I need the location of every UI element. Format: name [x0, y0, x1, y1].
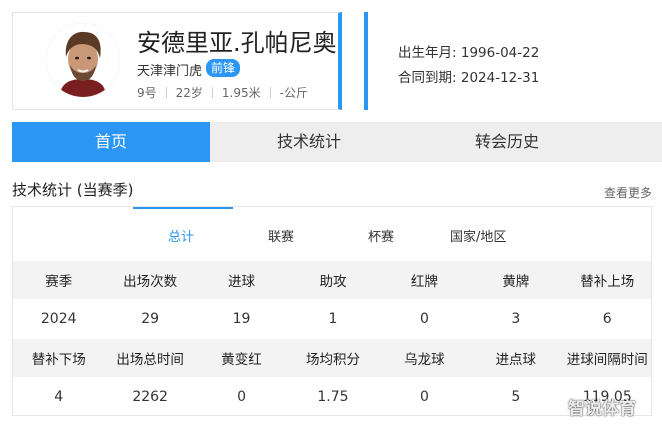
stat-value: 1.75: [317, 389, 349, 405]
stat-value: 19: [232, 311, 251, 327]
watermark: 智说体育: [568, 399, 636, 419]
contract-row: 合同到期: 2024-12-31: [398, 66, 539, 86]
stat-value: 1: [328, 311, 338, 327]
player-info-card: 出生年月: 1996-04-22 合同到期: 2024-12-31: [364, 12, 662, 110]
stat-value: 2262: [132, 389, 168, 405]
position-badge: 前锋: [206, 59, 241, 77]
tab-transfer-history[interactable]: 转会历史: [408, 122, 606, 162]
stat-header: 赛季: [45, 274, 73, 290]
subtab-active-indicator: [133, 207, 233, 209]
tab-home[interactable]: 首页: [12, 122, 210, 162]
stats-subtabs: 总计 联赛 杯赛 国家/地区: [13, 226, 651, 246]
shirt-number: 9号: [137, 86, 157, 100]
divider: [211, 87, 213, 98]
stat-header: 替补上场: [580, 274, 635, 290]
stat-value: 6: [602, 311, 612, 327]
player-meta: 9号 22岁 1.95米 -公斤: [137, 84, 308, 101]
stat-value: 2024: [40, 311, 77, 327]
subtab-cup[interactable]: 杯赛: [368, 226, 394, 245]
stat-header: 红牌: [410, 274, 438, 290]
stat-value: 29: [141, 311, 160, 327]
stats-panel: 总计 联赛 杯赛 国家/地区 赛季 出场次数 进球 助攻 红牌 黄牌 替补上场 …: [12, 206, 652, 416]
player-age: 22岁: [175, 86, 203, 100]
birth-date-value: 1996-04-22: [460, 45, 540, 61]
stat-value: 0: [237, 389, 247, 405]
stat-value: 0: [419, 311, 429, 327]
player-height: 1.95米: [221, 86, 261, 100]
contract-label: 合同到期:: [398, 70, 457, 86]
stats-header-row-1: 赛季 出场次数 进球 助攻 红牌 黄牌 替补上场: [13, 261, 651, 299]
birth-date-label: 出生年月:: [398, 45, 457, 61]
section-title: 技术统计 (当赛季): [12, 181, 134, 199]
stat-header: 场均积分: [305, 352, 360, 368]
tab-stats[interactable]: 技术统计: [210, 122, 408, 162]
divider: [269, 87, 271, 98]
subtab-national[interactable]: 国家/地区: [450, 226, 506, 245]
stat-header: 进点球: [495, 352, 537, 368]
subtab-league[interactable]: 联赛: [268, 226, 294, 245]
stat-value: 4: [54, 389, 64, 405]
birth-date-row: 出生年月: 1996-04-22: [398, 41, 539, 61]
player-weight: -公斤: [279, 86, 308, 100]
stat-value: 3: [511, 311, 521, 327]
player-card: 安德里亚.孔帕尼奥 天津津门虎 前锋 9号 22岁 1.95米 -公斤: [12, 12, 342, 110]
stat-header: 乌龙球: [404, 352, 445, 368]
stat-value: 5: [511, 389, 521, 405]
divider: [165, 87, 167, 98]
stat-header: 助攻: [319, 274, 347, 290]
stat-value: 0: [419, 389, 429, 405]
view-more-link[interactable]: 查看更多: [604, 184, 652, 201]
subtab-total[interactable]: 总计: [168, 226, 194, 245]
stat-header: 黄牌: [502, 274, 530, 290]
club-name[interactable]: 天津津门虎: [137, 60, 202, 79]
main-tabs: 首页 技术统计 转会历史: [12, 122, 662, 162]
stat-header: 出场次数: [123, 274, 178, 290]
stats-value-row-2: 4 2262 0 1.75 0 5 119.05: [13, 377, 651, 415]
stats-header-row-2: 替补下场 出场总时间 黄变红 场均积分 乌龙球 进点球 进球间隔时间: [13, 339, 651, 377]
player-name: 安德里亚.孔帕尼奥: [137, 29, 337, 57]
stat-header: 进球间隔时间: [566, 352, 648, 368]
stat-header: 进球: [228, 274, 256, 290]
player-avatar: [46, 23, 120, 97]
stat-header: 黄变红: [221, 352, 262, 368]
stat-header: 替补下场: [31, 352, 86, 368]
contract-value: 2024-12-31: [460, 70, 540, 86]
stat-header: 出场总时间: [116, 352, 184, 368]
stats-value-row-1: 2024 29 19 1 0 3 6: [13, 299, 651, 339]
